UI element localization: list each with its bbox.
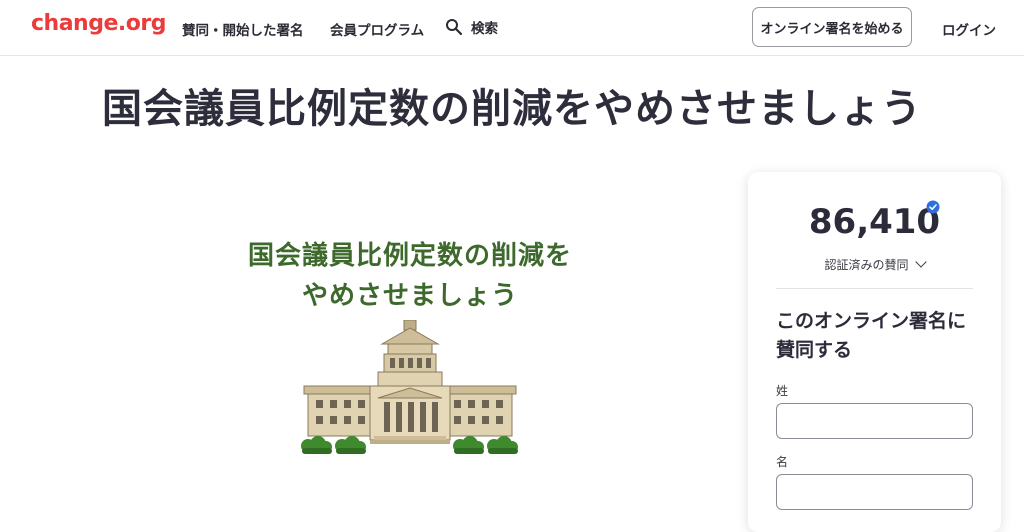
petition-hero-image: 国会議員比例定数の削減を やめさせましょう [180, 205, 640, 505]
change-org-logo[interactable]: change.org [31, 11, 166, 36]
top-navigation-bar: change.org 賛同・開始した署名 会員プログラム 検索 オンライン署名を… [0, 0, 1024, 56]
first-name-input[interactable] [776, 474, 973, 510]
sign-heading: このオンライン署名に賛同する [776, 310, 967, 361]
start-petition-button[interactable]: オンライン署名を始める [752, 7, 912, 47]
verified-badge-icon [926, 200, 940, 214]
last-name-label: 姓 [776, 384, 789, 398]
card-divider [776, 288, 973, 289]
login-link[interactable]: ログイン [942, 19, 996, 39]
first-name-label: 名 [776, 455, 789, 469]
nav-membership[interactable]: 会員プログラム [330, 19, 424, 39]
last-name-input[interactable] [776, 403, 973, 439]
signature-count: 86,410 [808, 202, 941, 242]
search-label: 検索 [471, 21, 498, 37]
hero-text-line-2: やめさせましょう [301, 281, 518, 311]
search-icon [446, 19, 463, 36]
petition-title: 国会議員比例定数の削減をやめさせましょう [102, 86, 922, 132]
chevron-down-icon [914, 256, 927, 268]
verified-signatures-label: 認証済みの賛同 [824, 258, 909, 272]
search-button[interactable]: 検索 [445, 17, 498, 37]
sign-petition-card: 86,410 認証済みの賛同 このオンライン署名に賛同する 姓 名 [748, 172, 1001, 532]
hero-text-line-1: 国会議員比例定数の削減を [247, 241, 572, 271]
nav-signed-petitions[interactable]: 賛同・開始した署名 [182, 19, 304, 39]
verified-signatures-toggle[interactable]: 認証済みの賛同 [748, 256, 1001, 273]
diet-building-illustration [301, 320, 518, 454]
